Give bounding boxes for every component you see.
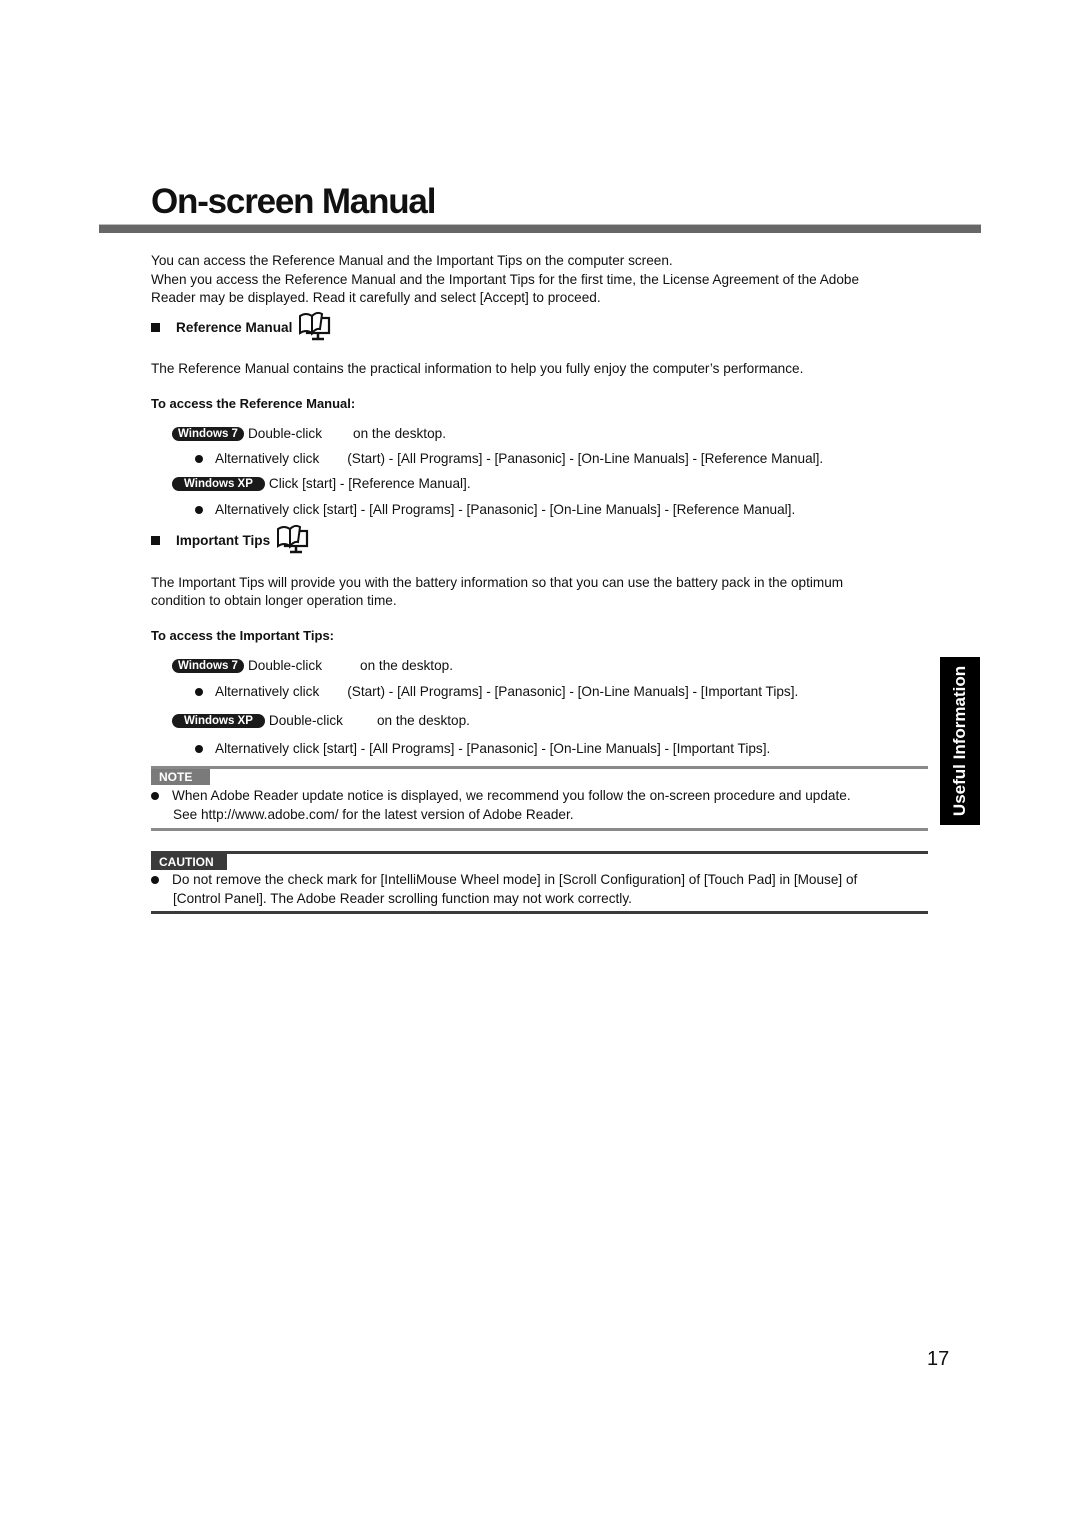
- action-text: Click [start] - [Reference Manual].: [268, 476, 471, 491]
- bullet-icon: [151, 875, 159, 884]
- caution-item: Do not remove the check mark for [Intell…: [151, 872, 857, 887]
- alt-path: (Start) - [All Programs] - [Panasonic] -…: [347, 451, 824, 466]
- reference-winxp-row: Windows XP Click [start] - [Reference Ma…: [172, 476, 471, 491]
- note-bottom-rule: [151, 828, 928, 831]
- bullet-icon: [151, 791, 159, 800]
- tips-winxp-alt-row: Alternatively click [start] - [All Progr…: [195, 741, 770, 756]
- page-number: 17: [927, 1348, 950, 1370]
- square-bullet-icon: [151, 535, 160, 545]
- tips-winxp-row: Windows XP Double-click on the desktop.: [172, 713, 470, 728]
- reference-win7-alt-row: Alternatively click (Start) - [All Progr…: [195, 451, 823, 466]
- section-heading-important-tips: Important Tips: [151, 524, 310, 557]
- alt-prefix: Alternatively click: [215, 451, 320, 466]
- caution-label: CAUTION: [151, 854, 227, 870]
- caution-text-1: Do not remove the check mark for [Intell…: [172, 872, 858, 887]
- section-side-tab: Useful Information: [940, 657, 980, 825]
- action-suffix: on the desktop.: [353, 426, 446, 441]
- page-title: On-screen Manual: [151, 182, 436, 221]
- action-text: Double-click: [247, 426, 323, 441]
- windows-xp-badge: Windows XP: [172, 476, 265, 491]
- square-bullet-icon: [151, 322, 160, 332]
- tips-win7-row: Windows 7 Double-click on the desktop.: [172, 658, 453, 673]
- bullet-icon: [195, 505, 203, 514]
- intro-line-1: You can access the Reference Manual and …: [151, 253, 673, 268]
- action-text: Double-click: [247, 658, 323, 673]
- bullet-icon: [195, 454, 203, 463]
- caution-top-rule: [151, 851, 928, 854]
- action-suffix: on the desktop.: [376, 713, 470, 728]
- note-item: When Adobe Reader update notice is displ…: [151, 788, 851, 803]
- alt-path: (Start) - [All Programs] - [Panasonic] -…: [347, 684, 799, 699]
- reference-win7-row: Windows 7 Double-click on the desktop.: [172, 426, 446, 441]
- important-tips-description-1: The Important Tips will provide you with…: [151, 575, 844, 590]
- windows-xp-badge: Windows XP: [172, 713, 265, 728]
- action-text: Double-click: [268, 713, 343, 728]
- alt-prefix: Alternatively click: [215, 684, 320, 699]
- reference-manual-access-heading: To access the Reference Manual:: [151, 396, 356, 411]
- section-heading-label: Important Tips: [176, 532, 271, 548]
- important-tips-description-2: condition to obtain longer operation tim…: [151, 593, 397, 608]
- manual-screen-icon: [276, 524, 310, 557]
- windows-7-badge: Windows 7: [172, 426, 244, 441]
- note-text-1: When Adobe Reader update notice is displ…: [172, 788, 851, 803]
- caution-text-2: [Control Panel]. The Adobe Reader scroll…: [173, 891, 632, 906]
- alt-text: Alternatively click [start] - [All Progr…: [215, 741, 771, 756]
- intro-line-2: When you access the Reference Manual and…: [151, 272, 860, 287]
- intro-line-3: Reader may be displayed. Read it careful…: [151, 290, 601, 305]
- windows-7-badge: Windows 7: [172, 658, 244, 673]
- side-tab-label: Useful Information: [950, 665, 969, 817]
- caution-bottom-rule: [151, 911, 928, 914]
- tips-win7-alt-row: Alternatively click (Start) - [All Progr…: [195, 684, 798, 699]
- bullet-icon: [195, 744, 203, 753]
- manual-screen-icon: [298, 311, 332, 344]
- section-heading-reference-manual: Reference Manual: [151, 311, 332, 344]
- reference-manual-description: The Reference Manual contains the practi…: [151, 361, 804, 376]
- alt-text: Alternatively click [start] - [All Progr…: [215, 502, 796, 517]
- section-heading-label: Reference Manual: [176, 319, 293, 335]
- note-top-rule: [151, 766, 928, 769]
- title-divider: [99, 224, 981, 233]
- important-tips-access-heading: To access the Important Tips:: [151, 628, 335, 643]
- note-text-2: See http://www.adobe.com/ for the latest…: [173, 807, 574, 822]
- reference-winxp-alt-row: Alternatively click [start] - [All Progr…: [195, 502, 795, 517]
- note-label: NOTE: [151, 769, 210, 785]
- action-suffix: on the desktop.: [360, 658, 453, 673]
- bullet-icon: [195, 687, 203, 696]
